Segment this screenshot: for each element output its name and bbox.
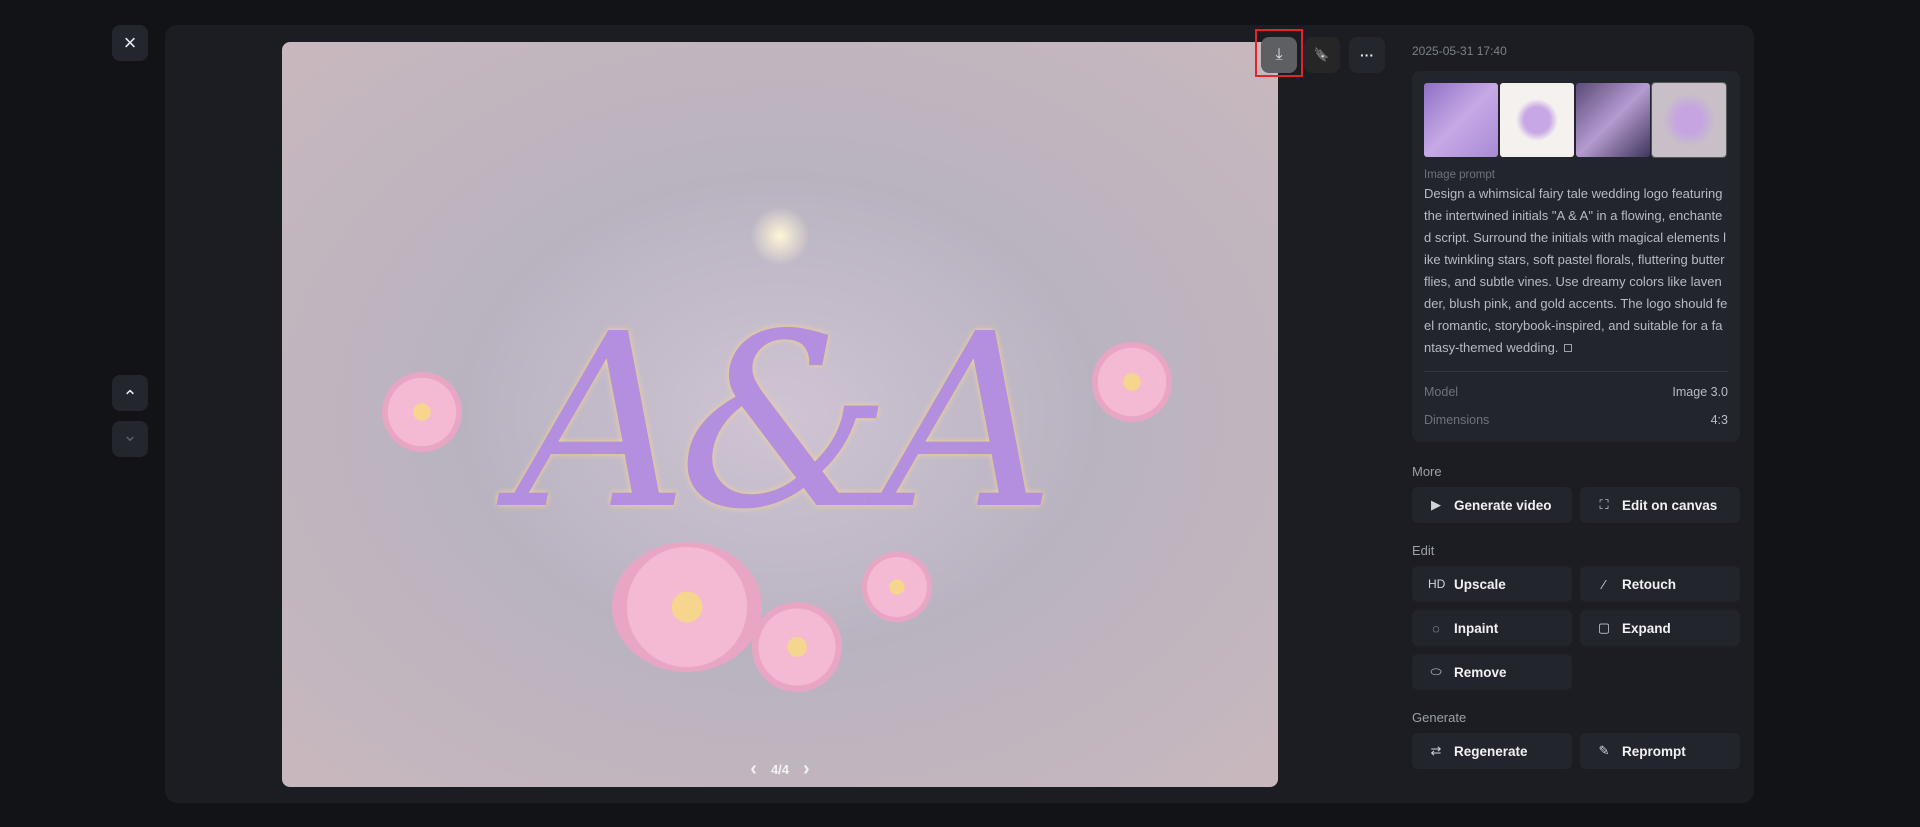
eraser-icon: ⬭ [1430,664,1442,679]
retouch-label: Retouch [1622,576,1676,592]
thumbnail-3[interactable] [1576,83,1650,157]
details-sidebar: 2025-05-31 17:40 Image prompt Design a w… [1412,40,1740,769]
expand-icon: ▢ [1597,620,1611,635]
dimensions-value: 4:3 [1710,413,1728,427]
hd-icon: HD [1428,577,1446,591]
reprompt-button[interactable]: ✎ Reprompt [1580,733,1740,769]
flower [752,602,842,692]
more-section-label: More [1412,464,1442,479]
info-box: Image prompt Design a whimsical fairy ta… [1412,71,1740,442]
generate-video-label: Generate video [1454,497,1552,513]
regenerate-label: Regenerate [1454,743,1528,759]
reprompt-label: Reprompt [1622,743,1686,759]
generate-video-button[interactable]: ▶ Generate video [1412,487,1572,523]
generated-image: A&A ‹ 4/4 › [282,42,1278,787]
timestamp: 2025-05-31 17:40 [1412,44,1507,58]
model-row: Model Image 3.0 [1424,378,1728,406]
more-options-button[interactable]: ··· [1349,37,1385,73]
edit-section-label: Edit [1412,543,1435,558]
video-icon: ▶ [1431,497,1441,512]
edit-on-canvas-label: Edit on canvas [1622,497,1718,513]
prompt-label: Image prompt [1424,169,1495,181]
remove-label: Remove [1454,664,1507,680]
star-glow [750,205,810,266]
retouch-button[interactable]: ⁄ Retouch [1580,566,1740,602]
previous-image-button[interactable]: ⌃ [112,375,148,411]
inpaint-label: Inpaint [1454,620,1499,636]
regenerate-button[interactable]: ⇄ Regenerate [1412,733,1572,769]
expand-label: Expand [1622,620,1671,636]
expand-button[interactable]: ▢ Expand [1580,610,1740,646]
pager-label: 4/4 [770,762,790,777]
image-pager: ‹ 4/4 › [282,758,1278,781]
dimensions-row: Dimensions 4:3 [1424,406,1728,434]
download-button[interactable]: ⤓ [1261,37,1297,73]
bookmark-button[interactable]: 🔖 [1304,37,1340,73]
upscale-label: Upscale [1454,576,1506,592]
magic-wand-icon: ⁄ [1602,576,1606,592]
generate-section-label: Generate [1412,710,1467,725]
pager-prev-icon[interactable]: ‹ [750,758,757,781]
thumbnail-4[interactable] [1651,82,1727,158]
model-value: Image 3.0 [1672,385,1728,399]
image-monogram: A&A [514,282,1055,562]
upscale-button[interactable]: HD Upscale [1412,566,1572,602]
dimensions-label: Dimensions [1424,413,1490,427]
prompt-text: Design a whimsical fairy tale wedding lo… [1424,183,1728,359]
prompt-body: Design a whimsical fairy tale wedding lo… [1424,186,1728,355]
inpaint-button[interactable]: ◌ Inpaint [1412,610,1572,646]
pager-next-icon[interactable]: › [803,758,810,781]
brush-icon: ◌ [1432,620,1440,636]
repeat-icon: ⇄ [1430,743,1442,758]
thumbnail-strip [1424,82,1728,158]
copy-icon[interactable] [1564,344,1573,352]
edit-on-canvas-button[interactable]: ⛶ Edit on canvas [1580,487,1740,523]
remove-button[interactable]: ⬭ Remove [1412,654,1572,690]
pencil-icon: ✎ [1598,743,1610,758]
thumbnail-1[interactable] [1424,83,1498,157]
model-label: Model [1424,385,1459,399]
flower [862,552,932,622]
close-button[interactable]: × [112,25,148,61]
thumbnail-2[interactable] [1500,83,1574,157]
next-image-button[interactable]: ⌄ [112,421,148,457]
canvas-icon: ⛶ [1599,497,1609,512]
divider [1424,371,1728,372]
